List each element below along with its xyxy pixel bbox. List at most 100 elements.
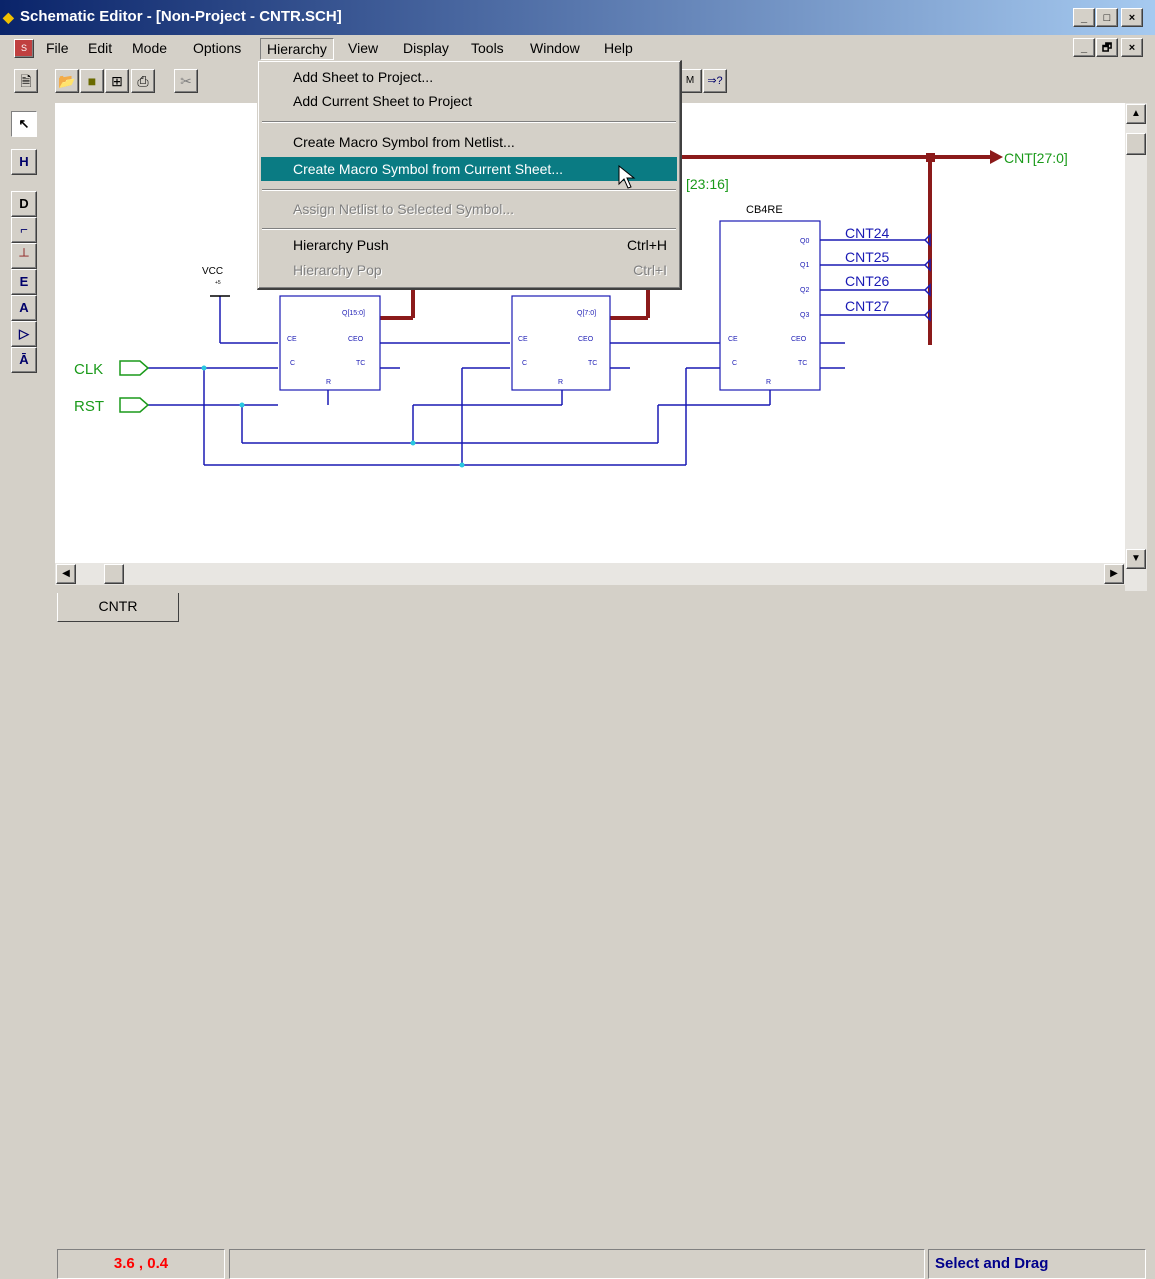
menu-item-label: Create Macro Symbol from Netlist... (293, 134, 515, 150)
menu-item-label: Assign Netlist to Selected Symbol... (293, 201, 514, 217)
scroll-right-icon[interactable]: ▶ (1104, 564, 1124, 584)
hierarchy-icon[interactable]: ⊞ (105, 69, 129, 93)
doc-restore-button[interactable]: 🗗 (1096, 38, 1118, 57)
menu-view[interactable]: View (342, 38, 384, 58)
maximize-button[interactable]: □ (1096, 8, 1118, 27)
menu-edit[interactable]: Edit (82, 38, 118, 58)
menu-item-label: Create Macro Symbol from Current Sheet..… (293, 161, 563, 177)
net-name-icon[interactable]: A (11, 295, 37, 321)
tool-palette: ↖ H D ⌐ ┴ E A ▷ Ā (0, 103, 55, 591)
menu-item-create-from-netlist[interactable]: Create Macro Symbol from Netlist... (261, 130, 677, 154)
draw-wire-icon[interactable]: ⌐ (11, 217, 37, 243)
menu-bar: S File Edit Mode Options Hierarchy View … (0, 35, 1155, 61)
svg-text:TC: TC (798, 360, 807, 367)
menu-item-create-from-current-sheet[interactable]: Create Macro Symbol from Current Sheet..… (261, 157, 677, 181)
svg-text:CEO: CEO (791, 336, 807, 343)
window-title: Schematic Editor - [Non-Project - CNTR.S… (20, 8, 342, 25)
cut-icon[interactable]: ✂ (174, 69, 198, 93)
svg-text:Q2: Q2 (800, 287, 809, 294)
menu-tools[interactable]: Tools (465, 38, 510, 58)
draw-bus-icon[interactable]: ┴ (11, 243, 37, 269)
input-rst-label[interactable]: RST (74, 398, 104, 415)
svg-text:CEO: CEO (348, 336, 364, 343)
title-bar: ◆ Schematic Editor - [Non-Project - CNTR… (0, 0, 1155, 35)
menu-file[interactable]: File (40, 38, 75, 58)
menu-item-add-current-sheet[interactable]: Add Current Sheet to Project (261, 89, 677, 113)
svg-text:R: R (558, 379, 563, 386)
svg-text:Q3: Q3 (800, 312, 809, 319)
rst-port-icon (119, 397, 150, 413)
shortcut-label: Ctrl+H (626, 237, 667, 253)
menu-options[interactable]: Options (187, 38, 247, 58)
svg-text:Q[15:0]: Q[15:0] (342, 310, 365, 317)
svg-text:Q0: Q0 (800, 238, 809, 245)
scroll-left-icon[interactable]: ◀ (56, 564, 76, 584)
print-icon[interactable]: ⎙ (131, 69, 155, 93)
query-symbol-icon[interactable]: ⇒? (703, 69, 727, 93)
hierarchy-h-icon[interactable]: H (11, 149, 37, 175)
output-cnt27[interactable]: CNT27 (845, 298, 890, 314)
counter-3-symbol[interactable]: Q0 Q1 Q2 Q3 CE CEO C TC R (719, 220, 821, 391)
doc-minimize-button[interactable]: _ (1073, 38, 1095, 57)
io-marker-icon[interactable]: ▷ (11, 321, 37, 347)
status-message (229, 1249, 925, 1279)
new-sheet-icon[interactable]: 🗎 (14, 69, 38, 93)
menu-hierarchy[interactable]: Hierarchy (260, 38, 334, 60)
menu-item-add-sheet[interactable]: Add Sheet to Project... (261, 65, 677, 89)
svg-text:TC: TC (588, 360, 597, 367)
svg-text:C: C (290, 360, 295, 367)
menu-item-hierarchy-pop[interactable]: Hierarchy Pop Ctrl+I (261, 258, 677, 282)
menu-item-label: Add Current Sheet to Project (293, 93, 472, 109)
bus-tap-icon[interactable]: E (11, 269, 37, 295)
bus-out-label: CNT[27:0] (1004, 150, 1068, 166)
menu-separator (262, 121, 676, 123)
counter-2-symbol[interactable]: Q[7:0] CE CEO C TC R (511, 295, 611, 391)
output-cnt24[interactable]: CNT24 (845, 225, 890, 241)
menu-item-label: Hierarchy Push (293, 237, 389, 253)
menu-help[interactable]: Help (598, 38, 639, 58)
svg-text:CE: CE (287, 336, 297, 343)
menu-item-assign-netlist[interactable]: Assign Netlist to Selected Symbol... (261, 197, 677, 221)
component-name-label: CB4RE (746, 204, 783, 216)
scroll-up-icon[interactable]: ▲ (1126, 104, 1146, 124)
menu-item-hierarchy-push[interactable]: Hierarchy Push Ctrl+H (261, 233, 677, 257)
svg-text:R: R (326, 379, 331, 386)
text-tool-icon[interactable]: Ā (11, 347, 37, 373)
menu-item-label: Add Sheet to Project... (293, 69, 434, 85)
bus-arrow-icon (990, 150, 1003, 164)
svg-text:CE: CE (728, 336, 738, 343)
shortcut-label: Ctrl+I (633, 262, 667, 278)
select-arrow-icon[interactable]: ↖ (11, 111, 37, 137)
svg-text:C: C (522, 360, 527, 367)
close-button[interactable]: × (1121, 8, 1143, 27)
menu-window[interactable]: Window (524, 38, 586, 58)
document-icon[interactable]: S (14, 39, 34, 58)
bus-partial-label: [23:16] (686, 176, 729, 192)
menu-separator (262, 189, 676, 191)
menu-item-label: Hierarchy Pop (293, 262, 382, 278)
input-clk-label[interactable]: CLK (74, 361, 103, 378)
vertical-scrollbar[interactable]: ▲ ▼ (1125, 103, 1147, 591)
svg-text:CEO: CEO (578, 336, 594, 343)
tab-cntr[interactable]: CNTR (57, 593, 179, 622)
open-folder-icon[interactable]: 📂 (55, 69, 79, 93)
doc-close-button[interactable]: × (1121, 38, 1143, 57)
vertical-scroll-thumb[interactable] (1126, 133, 1146, 155)
status-bar: 3.6 , 0.4 Select and Drag (0, 623, 1155, 1279)
svg-text:Q1: Q1 (800, 262, 809, 269)
save-icon[interactable]: ■ (80, 69, 104, 93)
output-cnt26[interactable]: CNT26 (845, 273, 890, 289)
mouse-cursor-icon (618, 165, 636, 189)
minimize-button[interactable]: _ (1073, 8, 1095, 27)
symbol-gate-icon[interactable]: D (11, 191, 37, 217)
svg-text:C: C (732, 360, 737, 367)
scroll-down-icon[interactable]: ▼ (1126, 549, 1146, 569)
menu-mode[interactable]: Mode (126, 38, 173, 58)
status-mode: Select and Drag (928, 1249, 1146, 1279)
horizontal-scroll-thumb[interactable] (104, 564, 124, 584)
menu-display[interactable]: Display (397, 38, 455, 58)
vcc-label: VCC (202, 266, 223, 277)
counter-1-symbol[interactable]: Q[15:0] CE CEO C TC R (279, 295, 381, 391)
output-cnt25[interactable]: CNT25 (845, 249, 890, 265)
horizontal-scrollbar[interactable]: ◀ ▶ (55, 563, 1125, 585)
